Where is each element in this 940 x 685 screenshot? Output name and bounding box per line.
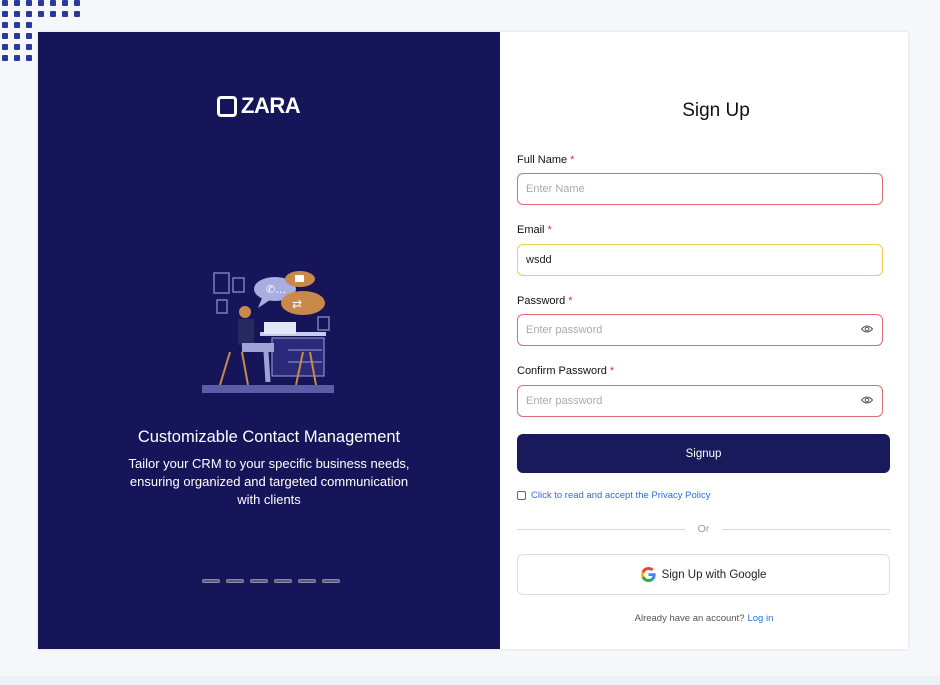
- password-input[interactable]: [517, 314, 883, 346]
- dot: [74, 0, 80, 6]
- svg-text:⇄: ⇄: [292, 297, 302, 311]
- required-marker: *: [568, 295, 573, 307]
- dot: [62, 0, 68, 6]
- carousel-dot[interactable]: [322, 579, 340, 583]
- dot: [14, 22, 20, 28]
- dot: [26, 55, 32, 61]
- google-icon: [640, 567, 656, 582]
- dot: [14, 33, 20, 39]
- signup-button[interactable]: Signup: [517, 434, 890, 473]
- dot: [50, 11, 56, 17]
- google-signup-button[interactable]: Sign Up with Google: [517, 554, 890, 595]
- dot: [2, 55, 8, 61]
- dot: [50, 0, 56, 6]
- carousel-dot[interactable]: [202, 579, 220, 583]
- dot: [38, 0, 44, 6]
- password-label-text: Password: [517, 295, 566, 307]
- privacy-policy-checkbox[interactable]: [517, 491, 526, 500]
- dot: [2, 22, 8, 28]
- email-label: Email *: [517, 224, 552, 236]
- feature-description: Tailor your CRM to your specific busines…: [128, 456, 410, 507]
- show-password-icon[interactable]: [861, 324, 873, 334]
- dot: [14, 11, 20, 17]
- show-confirm-password-icon[interactable]: [861, 395, 873, 405]
- dot: [26, 33, 32, 39]
- login-prompt-text: Already have an account?: [634, 613, 745, 624]
- or-divider: Or: [517, 523, 890, 535]
- login-prompt: Already have an account? Log in: [500, 613, 908, 624]
- feature-panel: ZARA ✆… ⇄ Customizable Contact Managemen…: [38, 32, 500, 649]
- carousel-dot[interactable]: [250, 579, 268, 583]
- full-name-label: Full Name *: [517, 154, 574, 166]
- brand-logo: ZARA: [217, 93, 301, 119]
- dot: [26, 44, 32, 50]
- dot: [14, 0, 20, 6]
- dot: [14, 55, 20, 61]
- google-signup-label: Sign Up with Google: [661, 568, 767, 581]
- dot: [26, 11, 32, 17]
- dot: [2, 44, 8, 50]
- signup-card: ZARA ✆… ⇄ Customizable Contact Managemen…: [38, 32, 908, 649]
- bottom-strip: [0, 676, 940, 685]
- feature-title: Customizable Contact Management: [137, 428, 401, 446]
- divider-line: [722, 529, 890, 530]
- brand-name: ZARA: [241, 93, 301, 118]
- dot: [14, 44, 20, 50]
- email-input[interactable]: [517, 244, 883, 276]
- required-marker: *: [609, 365, 615, 377]
- email-label-text: Email: [517, 224, 545, 236]
- dot: [62, 11, 68, 17]
- carousel-dot[interactable]: [226, 579, 244, 583]
- password-label: Password *: [517, 295, 573, 307]
- carousel-pagination: [202, 579, 340, 583]
- privacy-policy-link[interactable]: Click to read and accept the Privacy Pol…: [531, 490, 711, 501]
- page-title: Sign Up: [682, 100, 750, 121]
- svg-text:✆…: ✆…: [266, 283, 286, 296]
- confirm-password-input[interactable]: [517, 385, 883, 417]
- confirm-password-field: [517, 385, 883, 417]
- privacy-policy-row: Click to read and accept the Privacy Pol…: [517, 490, 711, 501]
- signup-form-panel: Sign Up Full Name* Email* Password* Conf…: [500, 32, 908, 649]
- dot: [38, 11, 44, 17]
- full-name-input[interactable]: [517, 173, 883, 205]
- required-marker: *: [547, 224, 552, 236]
- dot: [2, 33, 8, 39]
- carousel-dot[interactable]: [274, 579, 292, 583]
- required-marker: *: [570, 154, 575, 166]
- full-name-label-text: Full Name: [517, 154, 568, 166]
- dot: [2, 0, 8, 6]
- dot: [74, 11, 80, 17]
- dot: [26, 0, 32, 6]
- confirm-password-label: Confirm Password *: [517, 365, 614, 377]
- password-field: [517, 314, 883, 346]
- crm-illustration: ✆… ⇄: [202, 271, 334, 393]
- login-link[interactable]: Log in: [747, 613, 773, 624]
- dot: [2, 11, 8, 17]
- logo-mark-icon: [217, 95, 237, 117]
- carousel-dot[interactable]: [298, 579, 316, 583]
- dot: [26, 22, 32, 28]
- confirm-password-label-text: Confirm Password: [517, 365, 607, 377]
